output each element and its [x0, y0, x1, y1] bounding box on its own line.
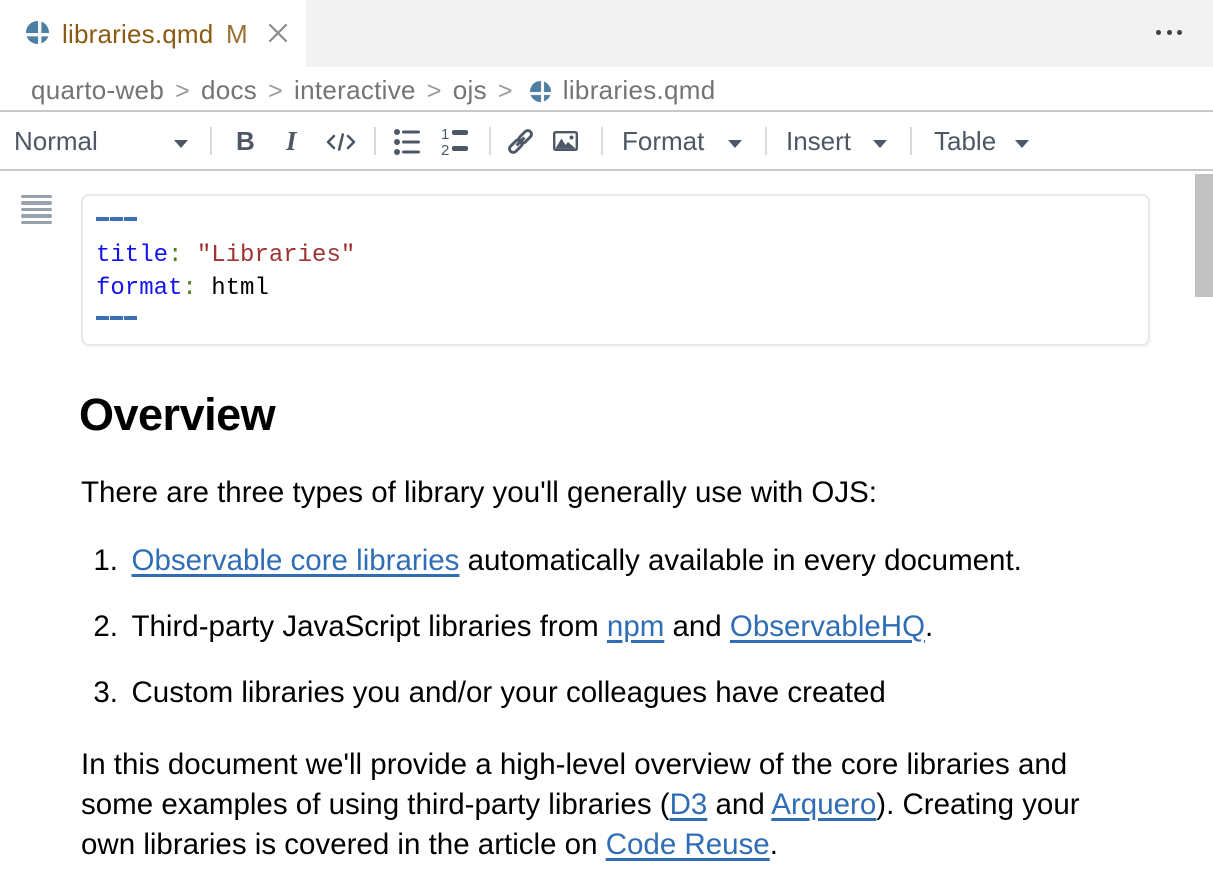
svg-text:I: I [285, 129, 298, 155]
svg-text:2: 2 [441, 142, 449, 157]
svg-text:1: 1 [441, 127, 449, 143]
svg-text:B: B [236, 129, 255, 155]
